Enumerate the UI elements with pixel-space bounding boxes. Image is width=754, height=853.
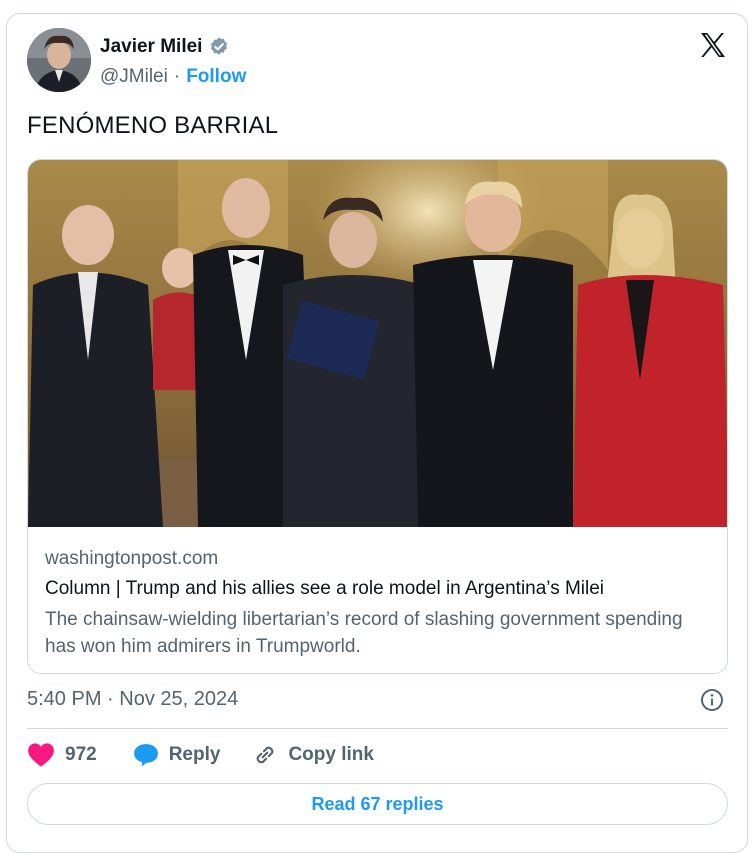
author-name-row: Javier Milei [100, 36, 230, 58]
copy-link-action[interactable]: Copy link [252, 742, 374, 768]
tweet-text: FENÓMENO BARRIAL [27, 112, 279, 139]
handle-row: @JMilei · Follow [100, 66, 246, 88]
link-domain: washingtonpost.com [45, 548, 219, 569]
link-meta: washingtonpost.com Column | Trump and hi… [45, 548, 705, 660]
avatar[interactable] [27, 28, 91, 92]
tweet-timestamp[interactable]: 5:40 PM · Nov 25, 2024 [27, 688, 238, 711]
verified-badge-icon [211, 37, 228, 55]
link-description: The chainsaw-wielding libertarian’s reco… [45, 609, 683, 657]
read-replies-button[interactable]: Read 67 replies [27, 783, 728, 825]
reply-action[interactable]: Reply [133, 743, 221, 767]
info-icon[interactable] [700, 688, 724, 712]
follow-button[interactable]: Follow [186, 66, 246, 88]
reply-label: Reply [168, 744, 221, 765]
reply-bubble-icon [133, 744, 158, 767]
article-photo [28, 160, 727, 527]
copy-link-label: Copy link [288, 744, 374, 765]
like-count: 972 [65, 744, 97, 765]
x-logo-icon[interactable] [698, 30, 728, 60]
link-preview-card[interactable]: washingtonpost.com Column | Trump and hi… [27, 159, 728, 674]
divider [27, 728, 728, 729]
like-action[interactable]: 972 [27, 742, 97, 768]
heart-icon [28, 743, 54, 767]
link-icon [257, 746, 274, 764]
link-headline[interactable]: Column | Trump and his allies see a role… [45, 578, 705, 600]
action-bar: 972 Reply Copy link [27, 742, 374, 768]
author-name[interactable]: Javier Milei [100, 36, 202, 58]
handle-separator: · [173, 66, 181, 87]
author-handle[interactable]: @JMilei [100, 66, 168, 88]
